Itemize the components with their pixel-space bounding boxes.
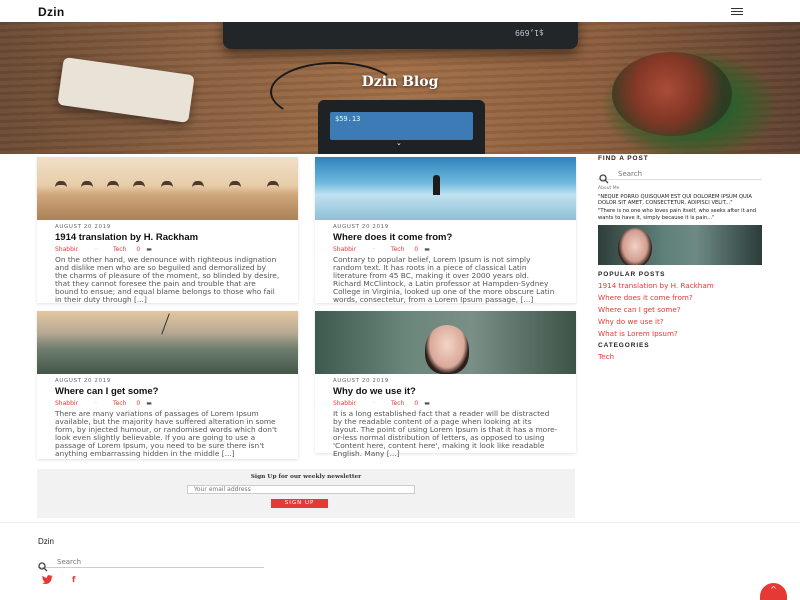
popular-posts-heading: POPULAR POSTS (598, 270, 666, 278)
post-excerpt: It is a long established fact that a rea… (333, 409, 558, 459)
comment-count[interactable]: 0 (136, 400, 140, 407)
post-author[interactable]: Shabbir (333, 246, 356, 253)
post-thumbnail-camels[interactable] (37, 157, 298, 220)
facebook-icon[interactable]: f (72, 575, 75, 584)
post-thumbnail-portrait[interactable] (315, 311, 576, 374)
comment-count[interactable]: 0 (136, 246, 140, 253)
post-card: AUGUST 20 2019 Where does it come from? … (315, 157, 576, 305)
about-image (598, 224, 762, 265)
about-quote: "NEQUE PORRO QUISQUAM EST QUI DOLOREM IP… (598, 194, 752, 207)
post-title[interactable]: Where does it come from? (333, 232, 558, 243)
chevron-up-icon: ^ (770, 585, 777, 594)
comment-icon: ▬ (424, 400, 430, 407)
scroll-down-icon[interactable]: ⌄ (396, 139, 402, 147)
post-excerpt: Contrary to popular belief, Lorem Ipsum … (333, 255, 555, 305)
post-meta: Shabbir · Tech 0 ▬ (333, 400, 430, 407)
footer-search-input[interactable] (57, 556, 257, 567)
find-post-heading: FIND A POST (598, 155, 649, 162)
footer-brand[interactable]: Dzin (38, 537, 54, 546)
popular-post-link[interactable]: What is Lorem Ipsum? (598, 329, 762, 338)
hamburger-menu-icon[interactable] (731, 8, 743, 16)
post-author[interactable]: Shabbir (55, 400, 78, 407)
footer: Dzin f (0, 522, 800, 600)
comment-icon: ▬ (146, 246, 152, 253)
comment-icon: ▬ (146, 400, 152, 407)
popular-post-link[interactable]: Where can I get some? (598, 305, 762, 314)
search-icon (599, 169, 609, 188)
post-card: AUGUST 20 2019 Where can I get some? Sha… (37, 311, 298, 459)
post-date: AUGUST 20 2019 (55, 378, 111, 384)
hero-title: Dzin Blog (361, 74, 439, 90)
post-card: AUGUST 20 2019 Why do we use it? Shabbir… (315, 311, 576, 458)
post-category[interactable]: Tech (113, 400, 126, 407)
categories-heading: CATEGORIES (598, 341, 650, 349)
search-icon (38, 557, 48, 576)
post-date: AUGUST 20 2019 (333, 224, 389, 230)
signup-button[interactable]: SIGN UP (271, 499, 328, 508)
sidebar: FIND A POST About Me "NEQUE PORRO QUISQU… (598, 155, 762, 361)
post-category[interactable]: Tech (113, 246, 126, 253)
post-title[interactable]: Where can I get some? (55, 386, 280, 397)
post-excerpt: There are many variations of passages of… (55, 409, 277, 459)
top-nav: Dzin (0, 0, 800, 22)
post-excerpt: On the other hand, we denounce with righ… (55, 255, 280, 305)
post-title[interactable]: 1914 translation by H. Rackham (55, 232, 280, 243)
post-card: AUGUST 20 2019 1914 translation by H. Ra… (37, 157, 298, 305)
post-meta: Shabbir · Tech 0 ▬ (55, 246, 152, 253)
sidebar-search (598, 169, 762, 184)
post-thumbnail-swing[interactable] (37, 311, 298, 374)
post-meta: Shabbir · Tech 0 ▬ (333, 246, 430, 253)
popular-post-link[interactable]: Why do we use it? (598, 317, 762, 326)
newsletter-email-input[interactable] (187, 485, 415, 494)
popular-post-link[interactable]: Where does it come from? (598, 293, 762, 302)
post-date: AUGUST 20 2019 (333, 378, 389, 384)
tablet-image: $1,699 (223, 22, 578, 49)
post-category[interactable]: Tech (391, 400, 404, 407)
comment-count[interactable]: 0 (414, 400, 418, 407)
pot-decoration (612, 52, 732, 136)
category-link-tech[interactable]: Tech (598, 352, 762, 361)
sidebar-search-input[interactable] (618, 169, 758, 179)
footer-search (38, 556, 264, 572)
popular-post-link[interactable]: 1914 translation by H. Rackham (598, 281, 762, 290)
comment-count[interactable]: 0 (414, 246, 418, 253)
post-author[interactable]: Shabbir (55, 246, 78, 253)
post-meta: Shabbir · Tech 0 ▬ (55, 400, 152, 407)
post-author[interactable]: Shabbir (333, 400, 356, 407)
post-date: AUGUST 20 2019 (55, 224, 111, 230)
comment-icon: ▬ (424, 246, 430, 253)
site-brand[interactable]: Dzin (38, 5, 65, 19)
twitter-icon[interactable] (42, 575, 53, 586)
newsletter-box: Sign Up for our weekly newsletter SIGN U… (37, 469, 575, 518)
post-thumbnail-ice[interactable] (315, 157, 576, 220)
about-quote-translation: "There is no one who loves pain itself, … (598, 208, 757, 221)
post-title[interactable]: Why do we use it? (333, 386, 558, 397)
newsletter-title: Sign Up for our weekly newsletter (250, 474, 362, 480)
about-label: About Me (598, 186, 620, 191)
post-category[interactable]: Tech (391, 246, 404, 253)
